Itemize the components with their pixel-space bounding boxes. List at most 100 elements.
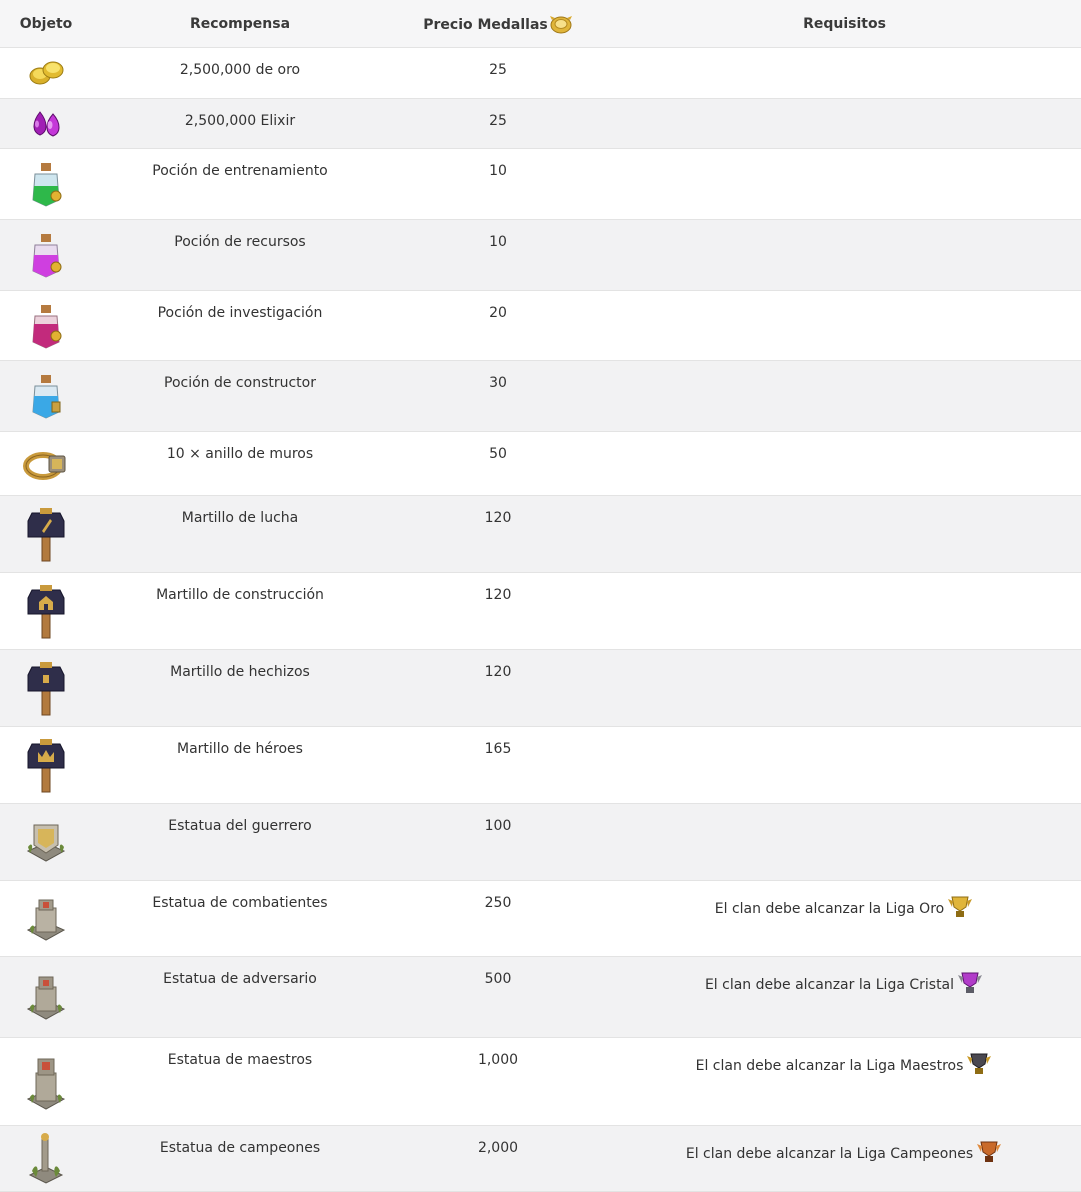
object-cell [0, 956, 92, 1038]
requirement-cell [608, 431, 1081, 496]
table-row: Estatua de combatientes 250 El clan debe… [0, 880, 1081, 957]
reward-cell: Martillo de lucha [92, 495, 388, 573]
reward-cell: 10 × anillo de muros [92, 431, 388, 496]
requirement-cell [608, 360, 1081, 432]
requirement-cell [608, 148, 1081, 220]
reward-cell: Martillo de construcción [92, 572, 388, 650]
reward-cell: Estatua de campeones [92, 1125, 388, 1192]
header-row: Objeto Recompensa Precio Medallas Requis… [0, 0, 1081, 48]
reward-cell: Martillo de hechizos [92, 649, 388, 727]
crystal-league-icon [958, 972, 983, 993]
table-row: Estatua del guerrero 100 [0, 803, 1081, 881]
price-cell: 10 [388, 148, 608, 220]
table-row: Poción de constructor 30 [0, 360, 1081, 432]
table-row: Estatua de adversario 500 El clan debe a… [0, 956, 1081, 1038]
requirement-cell [608, 495, 1081, 573]
table-row: Martillo de lucha 120 [0, 495, 1081, 573]
price-cell: 50 [388, 431, 608, 496]
clan-war-league-shop-table: Objeto Recompensa Precio Medallas Requis… [0, 0, 1081, 1192]
table-row: 2,500,000 de oro 25 [0, 47, 1081, 99]
reward-cell: 2,500,000 Elixir [92, 98, 388, 149]
wall-ring-icon [23, 451, 66, 480]
price-cell: 25 [388, 98, 608, 149]
reward-cell: 2,500,000 de oro [92, 47, 388, 99]
adversary-statue-icon [26, 976, 66, 1020]
price-cell: 1,000 [388, 1037, 608, 1126]
builder-potion-icon [32, 375, 61, 419]
header-price: Precio Medallas [388, 0, 608, 48]
requirement-cell [608, 98, 1081, 149]
fighters-statue-icon [26, 899, 66, 941]
object-cell [0, 290, 92, 361]
object-cell [0, 726, 92, 804]
requirement-cell [608, 649, 1081, 727]
champions-statue-icon [28, 1132, 64, 1184]
reward-cell: Estatua de combatientes [92, 880, 388, 957]
medal-icon [549, 15, 572, 33]
resource-potion-icon [32, 234, 62, 278]
warrior-statue-icon [26, 824, 66, 862]
requirement-cell [608, 47, 1081, 99]
hero-hammer-icon [27, 739, 65, 793]
reward-cell: Estatua del guerrero [92, 803, 388, 881]
price-cell: 165 [388, 726, 608, 804]
reward-cell: Poción de constructor [92, 360, 388, 432]
price-cell: 10 [388, 219, 608, 291]
price-cell: 250 [388, 880, 608, 957]
table-row: Martillo de hechizos 120 [0, 649, 1081, 727]
object-cell [0, 880, 92, 957]
price-cell: 30 [388, 360, 608, 432]
requirement-cell: El clan debe alcanzar la Liga Cristal [608, 956, 1081, 1038]
reward-cell: Estatua de adversario [92, 956, 388, 1038]
price-cell: 25 [388, 47, 608, 99]
building-hammer-icon [27, 585, 65, 639]
table-row: Poción de entrenamiento 10 [0, 148, 1081, 220]
reward-cell: Poción de entrenamiento [92, 148, 388, 220]
price-cell: 120 [388, 495, 608, 573]
gold-coins-icon [29, 61, 64, 85]
requirement-cell: El clan debe alcanzar la Liga Campeones [608, 1125, 1081, 1192]
object-cell [0, 803, 92, 881]
research-potion-icon [32, 304, 62, 349]
object-cell [0, 219, 92, 291]
requirement-cell [608, 219, 1081, 291]
object-cell [0, 649, 92, 727]
reward-cell: Estatua de maestros [92, 1037, 388, 1126]
price-cell: 20 [388, 290, 608, 361]
reward-cell: Martillo de héroes [92, 726, 388, 804]
price-cell: 100 [388, 803, 608, 881]
object-cell [0, 98, 92, 149]
object-cell [0, 47, 92, 99]
table-row: Poción de investigación 20 [0, 290, 1081, 361]
table-row: 2,500,000 Elixir 25 [0, 98, 1081, 149]
elixir-drops-icon [33, 110, 60, 137]
masters-statue-icon [26, 1058, 66, 1110]
price-cell: 500 [388, 956, 608, 1038]
object-cell [0, 1125, 92, 1192]
table-row: Poción de recursos 10 [0, 219, 1081, 291]
object-cell [0, 148, 92, 220]
reward-cell: Poción de recursos [92, 219, 388, 291]
master-league-icon [967, 1053, 992, 1074]
price-cell: 2,000 [388, 1125, 608, 1192]
table-row: Estatua de maestros 1,000 El clan debe a… [0, 1037, 1081, 1126]
gold-league-icon [948, 896, 973, 917]
requirement-cell [608, 803, 1081, 881]
training-potion-icon [32, 163, 62, 207]
object-cell [0, 431, 92, 496]
object-cell [0, 1037, 92, 1126]
requirement-cell [608, 572, 1081, 650]
table-row: Estatua de campeones 2,000 El clan debe … [0, 1125, 1081, 1192]
price-cell: 120 [388, 649, 608, 727]
table-row: Martillo de construcción 120 [0, 572, 1081, 650]
header-object: Objeto [0, 0, 92, 48]
champion-league-icon [977, 1141, 1002, 1162]
price-cell: 120 [388, 572, 608, 650]
header-reward: Recompensa [92, 0, 388, 48]
object-cell [0, 360, 92, 432]
reward-cell: Poción de investigación [92, 290, 388, 361]
requirement-cell: El clan debe alcanzar la Liga Maestros [608, 1037, 1081, 1126]
requirement-cell: El clan debe alcanzar la Liga Oro [608, 880, 1081, 957]
requirement-cell [608, 290, 1081, 361]
table-row: 10 × anillo de muros 50 [0, 431, 1081, 496]
